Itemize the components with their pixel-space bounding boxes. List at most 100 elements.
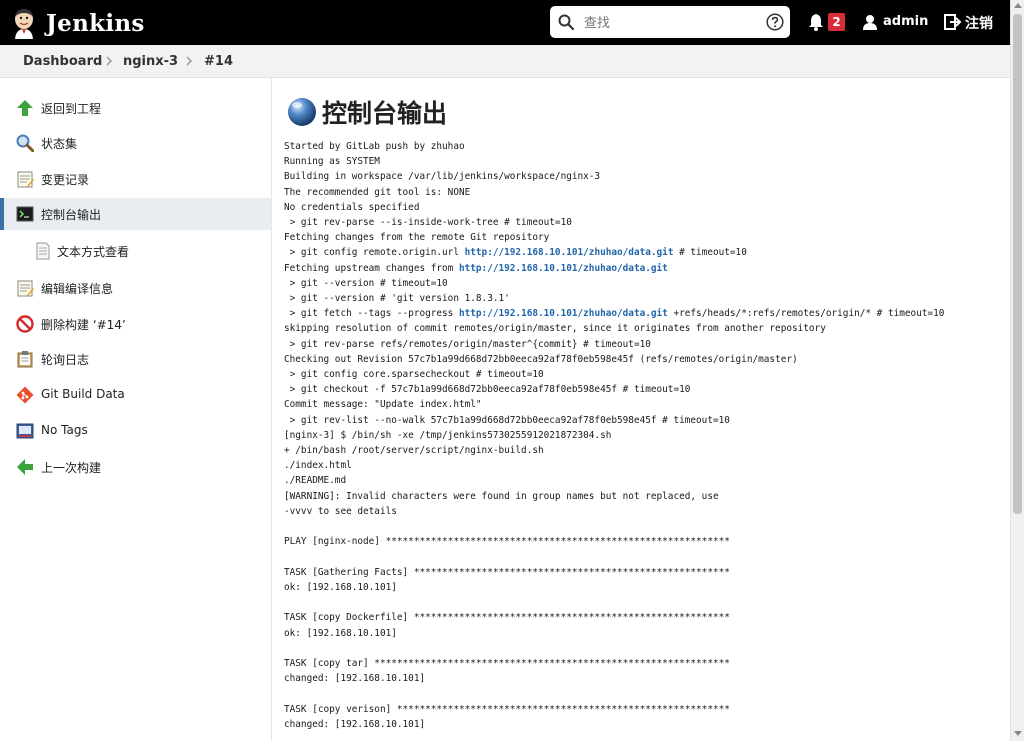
notification-badge[interactable]: 2: [828, 13, 845, 31]
console-text: # timeout=10: [673, 247, 747, 259]
notepad-icon: [17, 171, 34, 188]
console-text: > git --version # timeout=10: [284, 277, 448, 289]
user-name-link[interactable]: admin: [883, 14, 928, 29]
help-icon[interactable]: [766, 13, 784, 31]
console-text: Fetching changes from the remote Git rep…: [284, 232, 550, 244]
console-text: The recommended git tool is: NONE: [284, 186, 471, 198]
console-line: Checking out Revision 57c7b1a99d668d72bb…: [284, 354, 798, 365]
sidebar-item-git-build-data[interactable]: Git Build Data: [0, 379, 271, 411]
magnifier-icon: [16, 134, 34, 152]
console-text: > git config remote.origin.url: [284, 247, 465, 259]
sidebar-item-previous-build[interactable]: 上一次构建: [0, 451, 271, 483]
sidebar-item-back-to-project[interactable]: 返回到工程: [0, 92, 271, 124]
console-text: > git checkout -f 57c7b1a99d668d72bb0eec…: [284, 384, 691, 396]
console-text: Building in workspace /var/lib/jenkins/w…: [284, 171, 601, 183]
console-line: ok: [192.168.10.101]: [284, 628, 397, 639]
console-line: Running as SYSTEM: [284, 156, 380, 167]
notification-bell-icon[interactable]: [808, 13, 824, 31]
console-text: changed: [192.168.10.101]: [284, 673, 426, 685]
console-line: ./README.md: [284, 475, 346, 486]
console-line: skipping resolution of commit remotes/or…: [284, 323, 826, 334]
console-text: [WARNING]: Invalid characters were found…: [284, 490, 719, 502]
console-line: > git fetch --tags --progress http://192…: [284, 308, 945, 320]
sidebar-item-label: No Tags: [41, 423, 88, 437]
logout-link[interactable]: 注销: [965, 13, 993, 33]
console-line: > git config remote.origin.url http://19…: [284, 247, 747, 258]
breadcrumb: Dashboard nginx-3 #14: [0, 45, 1010, 78]
sidebar-item-label: 状态集: [41, 137, 78, 151]
main-content: 控制台输出 Started by GitLab push by zhuhao R…: [272, 78, 1010, 741]
terminal-icon: [16, 206, 34, 222]
console-link[interactable]: http://192.168.10.101/zhuhao/data.git: [459, 308, 668, 319]
scroll-up-icon[interactable]: [1014, 3, 1022, 8]
console-text: Fetching upstream changes from: [284, 262, 459, 274]
sidebar-item-edit-build-info[interactable]: 编辑编译信息: [0, 272, 271, 304]
sidebar: 返回到工程 状态集 变更记录 控制台输出 文本方式查看 编辑编译信息 删除构建 …: [0, 78, 272, 741]
jenkins-butler-icon: [15, 9, 33, 39]
console-globe-icon: [288, 98, 316, 126]
sidebar-item-label: 上一次构建: [41, 461, 102, 475]
sidebar-item-no-tags[interactable]: No Tags: [0, 415, 271, 447]
console-line: TASK [Gathering Facts] *****************…: [284, 567, 730, 578]
console-line: > git --version # 'git version 1.8.3.1': [284, 293, 510, 304]
console-text: ok: [192.168.10.101]: [284, 627, 397, 639]
console-text: > git rev-parse refs/remotes/origin/mast…: [284, 338, 651, 350]
console-text: +refs/heads/*:refs/remotes/origin/* # ti…: [667, 308, 945, 320]
sidebar-item-label: 变更记录: [41, 173, 90, 187]
sidebar-item-polling-log[interactable]: 轮询日志: [0, 343, 271, 375]
page-title: 控制台输出: [322, 99, 448, 128]
console-line: [WARNING]: Invalid characters were found…: [284, 491, 719, 502]
sidebar-item-view-as-text[interactable]: 文本方式查看: [0, 235, 271, 267]
console-text: changed: [192.168.10.101]: [284, 718, 426, 730]
scroll-down-icon[interactable]: [1014, 731, 1022, 736]
sidebar-item-label: 返回到工程: [41, 102, 102, 116]
console-line: TASK [copy verison] ********************…: [284, 704, 730, 715]
sidebar-item-changes[interactable]: 变更记录: [0, 163, 271, 195]
console-text: > git rev-parse --is-inside-work-tree # …: [284, 217, 572, 229]
console-link[interactable]: http://192.168.10.101/zhuhao/data.git: [465, 247, 674, 258]
console-line: > git config core.sparsecheckout # timeo…: [284, 369, 544, 380]
console-line: Building in workspace /var/lib/jenkins/w…: [284, 171, 600, 182]
console-line: Fetching upstream changes from http://19…: [284, 263, 668, 274]
search-input[interactable]: [582, 10, 756, 36]
console-line: > git checkout -f 57c7b1a99d668d72bb0eec…: [284, 384, 691, 396]
console-line: The recommended git tool is: NONE: [284, 187, 470, 198]
console-text: ./index.html: [284, 460, 352, 472]
breadcrumb-dashboard[interactable]: Dashboard: [23, 54, 102, 69]
scroll-thumb[interactable]: [1013, 14, 1022, 514]
console-link[interactable]: http://192.168.10.101/zhuhao/data.git: [459, 263, 668, 274]
tag-icon: [16, 423, 34, 439]
sidebar-item-console-output[interactable]: 控制台输出: [0, 198, 271, 230]
console-text: > git rev-list --no-walk 57c7b1a99d668d7…: [284, 414, 730, 426]
console-output: Started by GitLab push by zhuhao Running…: [284, 139, 1004, 732]
console-text: [nginx-3] $ /bin/sh -xe /tmp/jenkins5730…: [284, 429, 612, 441]
breadcrumb-build[interactable]: #14: [204, 54, 233, 69]
console-line: TASK [copy Dockerfile] *****************…: [284, 612, 730, 623]
sidebar-item-label: 编辑编译信息: [41, 282, 114, 296]
jenkins-logo-link[interactable]: Jenkins: [10, 6, 145, 40]
console-text: + /bin/bash /root/server/script/nginx-bu…: [284, 445, 544, 457]
console-text: skipping resolution of commit remotes/or…: [284, 323, 826, 335]
console-line: ok: [192.168.10.101]: [284, 582, 397, 593]
no-entry-icon: [16, 315, 34, 333]
console-text: No credentials specified: [284, 201, 420, 213]
console-text: PLAY [nginx-node] **********************…: [284, 536, 730, 548]
sidebar-item-status[interactable]: 状态集: [0, 127, 271, 159]
page-scrollbar[interactable]: [1010, 0, 1024, 741]
console-text: Commit message: "Update index.html": [284, 399, 482, 411]
console-text: TASK [copy tar] ************************…: [284, 657, 730, 669]
breadcrumb-job[interactable]: nginx-3: [123, 54, 178, 69]
console-line: Fetching changes from the remote Git rep…: [284, 232, 549, 243]
console-text: TASK [copy Dockerfile] *****************…: [284, 612, 730, 624]
console-text: > git config core.sparsecheckout # timeo…: [284, 369, 544, 381]
notepad-icon: [17, 280, 34, 297]
user-icon[interactable]: [862, 14, 878, 30]
console-text: TASK [copy verison] ********************…: [284, 703, 730, 715]
logout-icon[interactable]: [944, 14, 962, 30]
console-line: + /bin/bash /root/server/script/nginx-bu…: [284, 445, 544, 456]
search-icon: [558, 14, 574, 30]
console-line: [nginx-3] $ /bin/sh -xe /tmp/jenkins5730…: [284, 430, 611, 441]
chevron-right-icon: [106, 56, 113, 66]
brand-name: Jenkins: [46, 9, 145, 37]
sidebar-item-delete-build[interactable]: 删除构建 ‘#14’: [0, 308, 271, 340]
